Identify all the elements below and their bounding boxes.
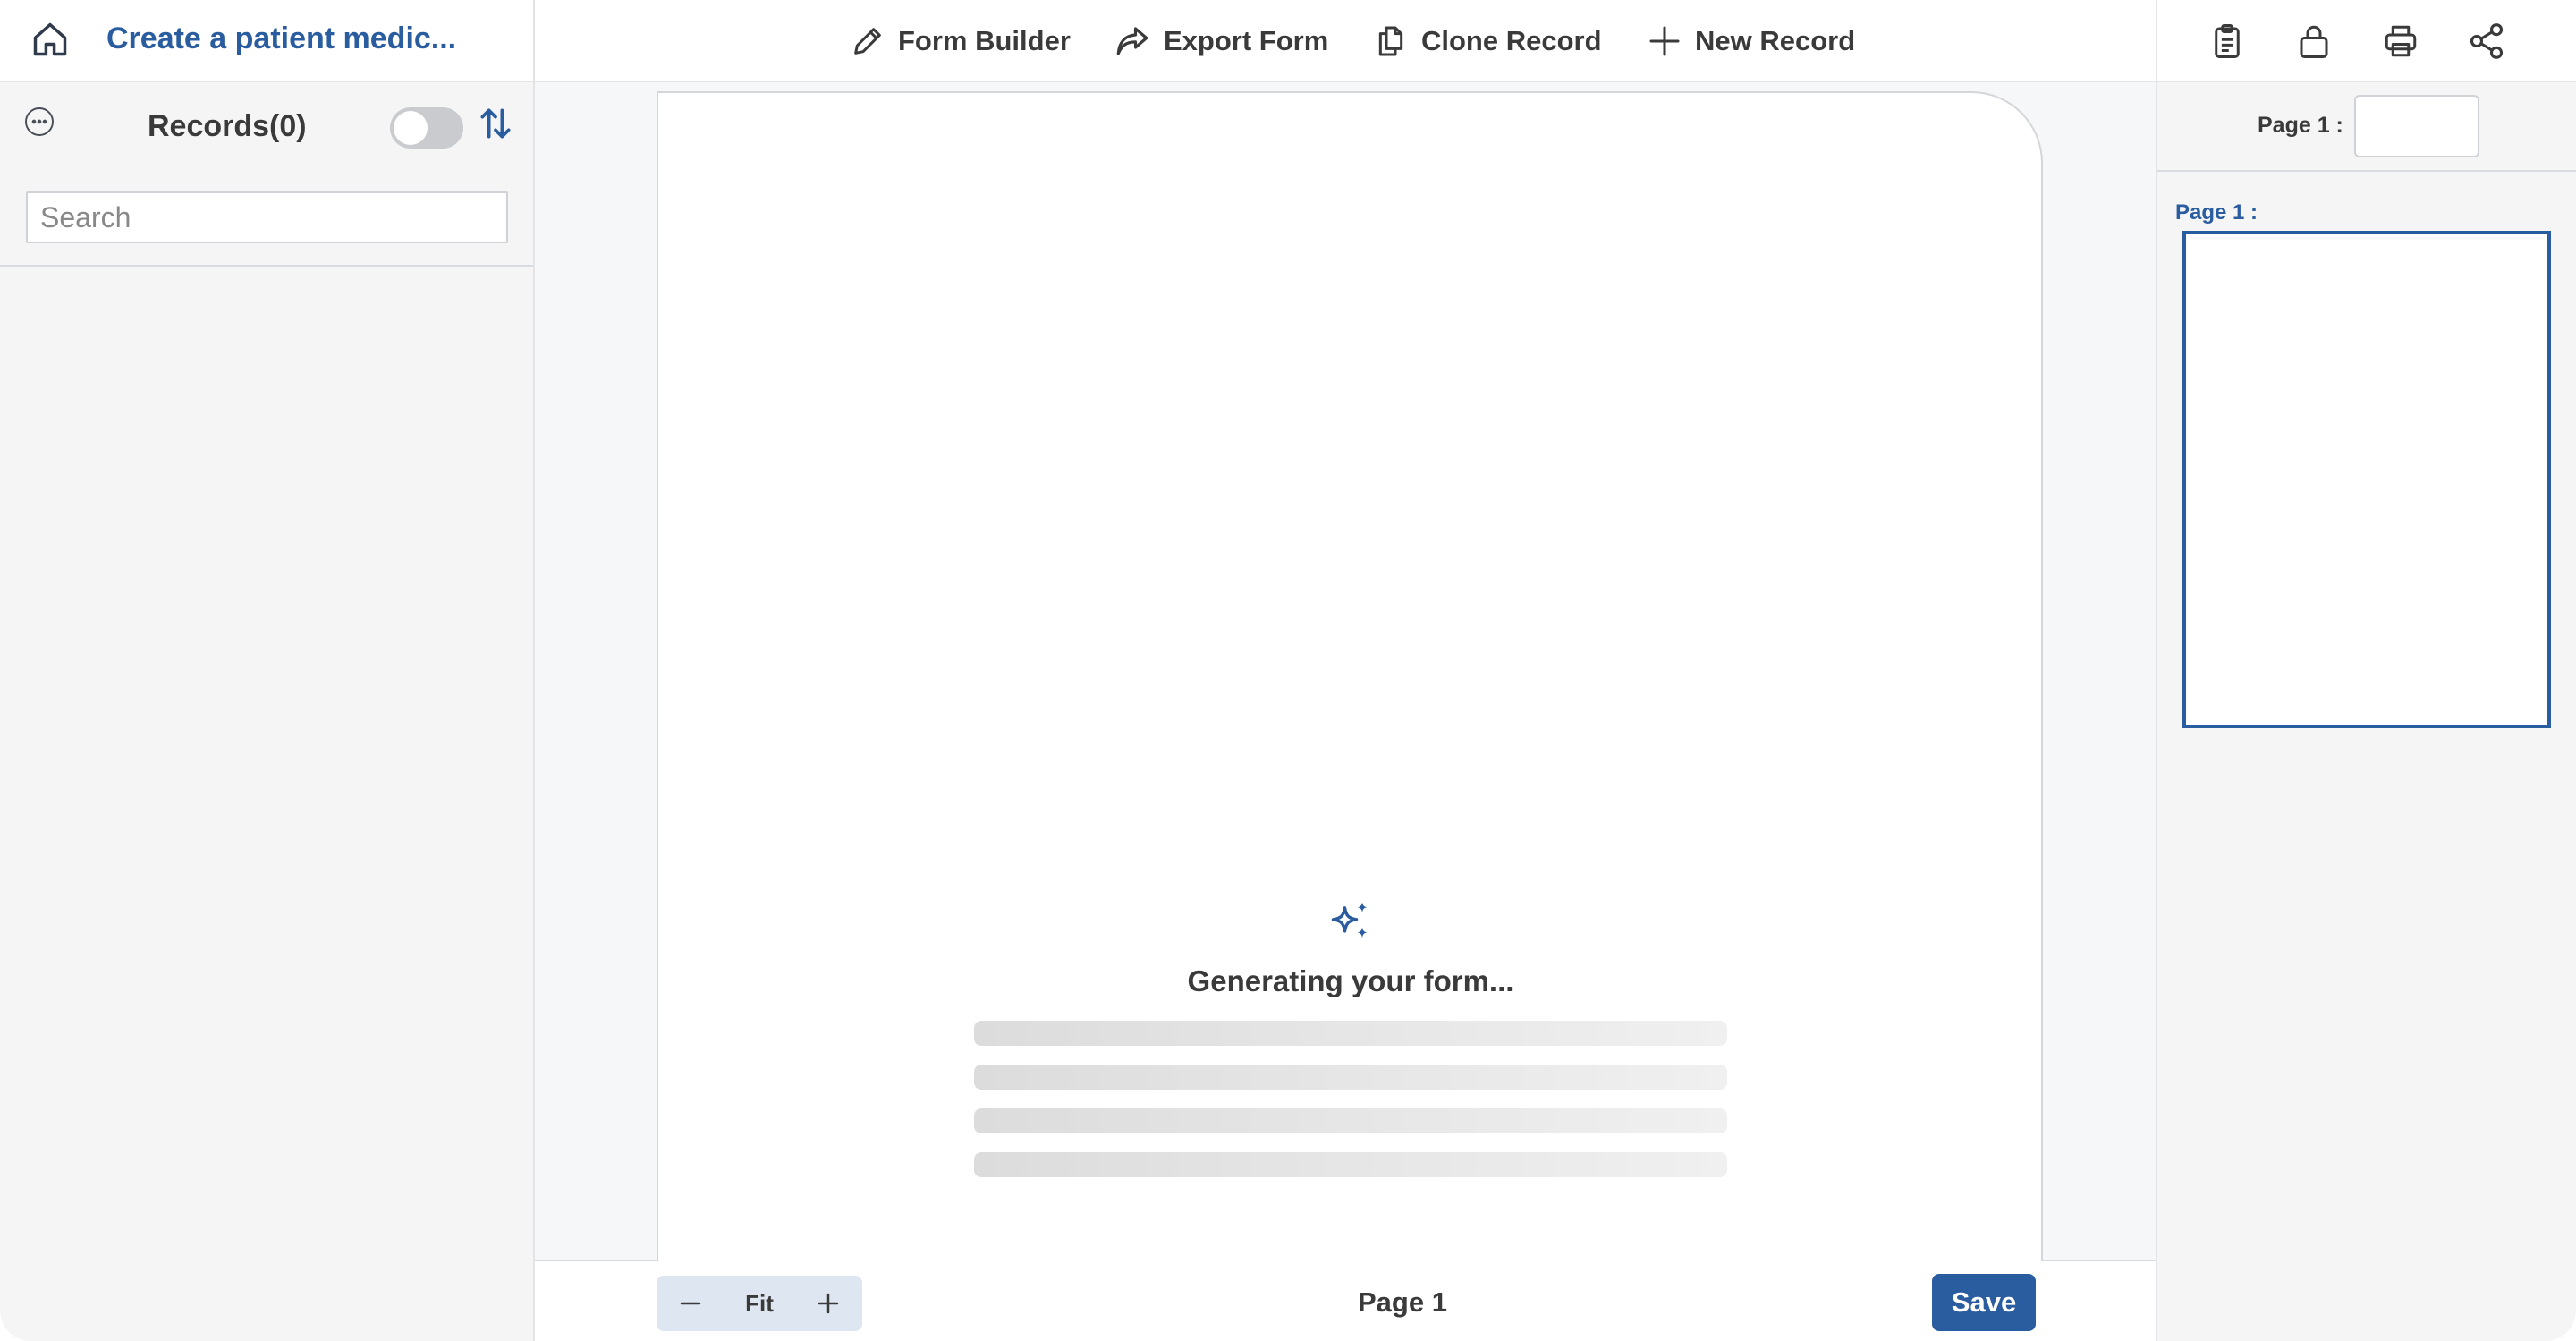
plus-icon (1649, 26, 1680, 56)
skeleton-line (974, 1108, 1727, 1133)
lock-icon (2300, 25, 2328, 58)
document-title[interactable]: Create a patient medic... (106, 21, 456, 56)
export-form-button[interactable]: Export Form (1114, 20, 1328, 63)
generating-status: Generating your form... (1187, 964, 1514, 997)
minus-icon (680, 1302, 701, 1305)
sort-icon[interactable] (476, 104, 515, 143)
new-record-label: New Record (1695, 25, 1856, 56)
plus-icon (818, 1293, 839, 1314)
printer-icon (2385, 25, 2417, 57)
share-arrow-icon (1116, 27, 1148, 55)
top-toolbar: Form Builder Export Form Clone Record Ne… (535, 0, 2156, 82)
pencil-icon (854, 28, 881, 55)
zoom-in-button[interactable] (794, 1276, 862, 1331)
sparkle-icon (1331, 902, 1368, 938)
form-builder-button[interactable]: Form Builder (850, 20, 1071, 63)
zoom-out-button[interactable] (657, 1276, 724, 1331)
toggle-knob (394, 111, 428, 145)
page-indicator: Page 1 (1358, 1286, 1447, 1318)
bottom-bar: Fit Page 1 Save (535, 1261, 2156, 1341)
home-button[interactable] (27, 16, 73, 63)
print-button[interactable] (2377, 18, 2424, 64)
new-record-button[interactable]: New Record (1647, 20, 1855, 63)
records-count-label: Records(0) (148, 109, 307, 143)
page-thumbnail[interactable] (2182, 231, 2551, 728)
clone-record-label: Clone Record (1421, 25, 1602, 56)
left-header: Create a patient medic... (0, 0, 535, 82)
home-icon (33, 22, 67, 56)
search-input[interactable] (26, 191, 508, 243)
export-form-label: Export Form (1164, 25, 1329, 56)
skeleton-line (974, 1021, 1727, 1046)
zoom-fit-button[interactable]: Fit (724, 1290, 794, 1318)
copy-icon (1378, 26, 1403, 56)
skeleton-line (974, 1152, 1727, 1177)
lock-button[interactable] (2291, 18, 2337, 64)
pages-panel: Page 1 : Page 1 : (2156, 82, 2576, 1341)
page-field-row: Page 1 : (2157, 82, 2576, 172)
page-field-label: Page 1 : (2258, 113, 2343, 138)
share-button[interactable] (2463, 18, 2510, 64)
more-options-icon[interactable] (23, 106, 55, 138)
clipboard-icon (2215, 24, 2240, 58)
save-button[interactable]: Save (1932, 1274, 2036, 1331)
right-header (2156, 0, 2576, 82)
form-builder-label: Form Builder (898, 25, 1071, 56)
thumbnail-label: Page 1 : (2175, 200, 2258, 225)
records-toggle[interactable] (390, 107, 463, 149)
zoom-controls: Fit (657, 1276, 862, 1331)
clipboard-button[interactable] (2204, 18, 2250, 64)
clone-record-button[interactable]: Clone Record (1373, 20, 1602, 63)
records-sidebar: Records(0) (0, 82, 535, 1341)
share-icon (2470, 23, 2504, 59)
page-name-input[interactable] (2354, 95, 2479, 157)
records-header: Records(0) (0, 82, 533, 267)
skeleton-line (974, 1065, 1727, 1090)
